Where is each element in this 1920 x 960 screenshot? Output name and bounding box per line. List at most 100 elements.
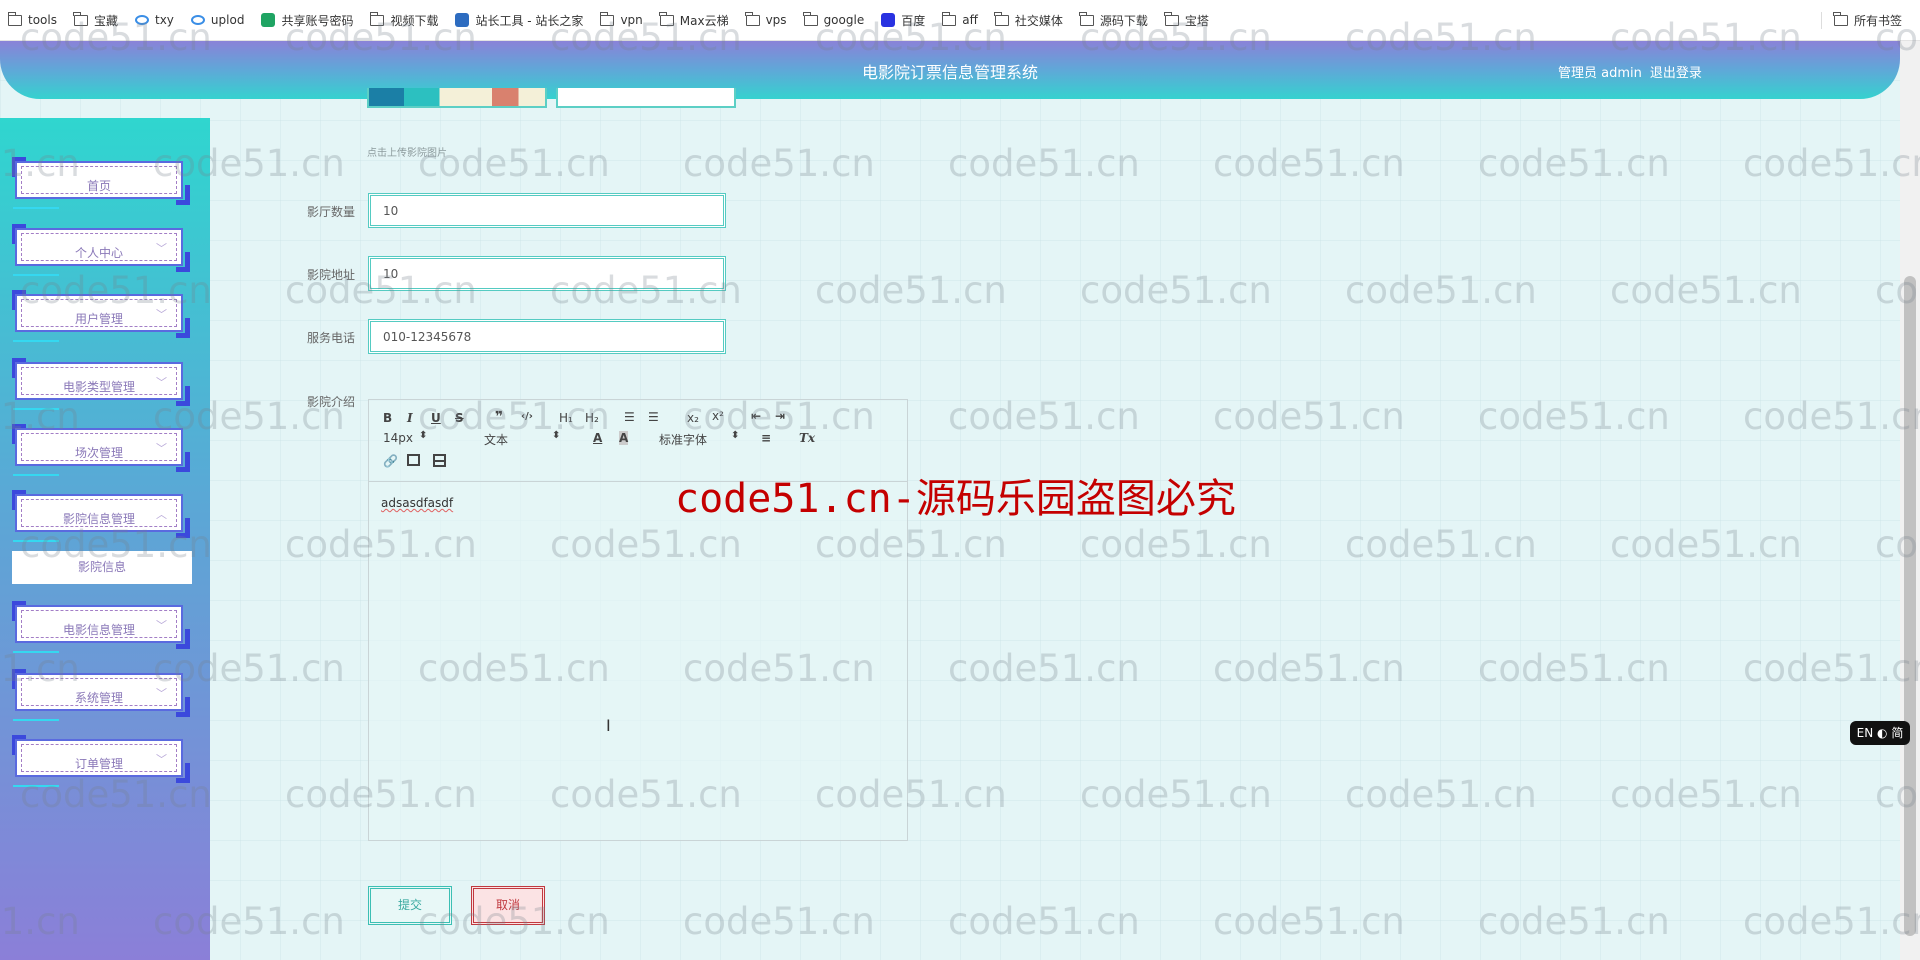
watermark: code51.cn	[683, 142, 875, 185]
menu-frame: 电影信息管理 ﹀	[15, 605, 183, 643]
phone-label: 服务电话	[307, 331, 356, 345]
cinema-image[interactable]	[367, 88, 547, 108]
line-decoration	[13, 785, 59, 787]
bookmark-item[interactable]: 社交媒体	[994, 11, 1063, 29]
font-color-icon[interactable]: A	[593, 431, 602, 445]
bookmark-label: 视频下载	[390, 13, 439, 28]
scrollbar[interactable]	[1900, 41, 1920, 960]
sidebar-subitem-cinema-info[interactable]: 影院信息	[12, 551, 192, 584]
bookmark-item[interactable]: 视频下载	[369, 11, 439, 29]
underline-button[interactable]: U	[431, 411, 441, 425]
sidebar-item[interactable]: 订单管理 ﹀	[12, 735, 190, 787]
cancel-button[interactable]: 取消	[471, 886, 545, 925]
align-icon[interactable]: ≡	[761, 431, 771, 445]
bookmark-label: 站长工具 - 站长之家	[475, 13, 584, 28]
sidebar-item[interactable]: 系统管理 ﹀	[12, 669, 190, 721]
chevron-down-icon: ﹀	[156, 442, 167, 455]
font-family-select[interactable]: 标准字体	[659, 431, 707, 448]
strike-button[interactable]: S	[455, 411, 464, 425]
phone-input[interactable]	[368, 319, 726, 354]
copyright-warning: code51.cn-源码乐园盗图必究	[675, 476, 1236, 522]
sidebar-item[interactable]: 电影信息管理 ﹀	[12, 601, 190, 653]
blockquote-button[interactable]: ❞	[495, 409, 503, 425]
bookmark-item[interactable]: aff	[941, 11, 978, 27]
chevron-up-icon: ︿	[156, 508, 167, 521]
bookmark-item[interactable]: tools	[7, 11, 57, 27]
all-bookmarks[interactable]: 所有书签	[1820, 12, 1902, 29]
folder-icon	[1079, 11, 1094, 26]
link-icon[interactable]: 🔗	[383, 454, 398, 468]
image-icon[interactable]	[407, 454, 420, 466]
watermark: code51.cn	[948, 142, 1140, 185]
bookmark-item[interactable]: 宝藏	[73, 11, 118, 29]
upload-hint[interactable]: 点击上传影院图片	[367, 144, 447, 159]
folder-icon	[369, 11, 385, 26]
code-block-button[interactable]: ‹/›	[521, 411, 533, 422]
chevron-down-icon: ﹀	[156, 376, 167, 389]
folder-icon	[1164, 11, 1179, 26]
menu-frame: 影院信息管理 ︿	[15, 494, 183, 532]
bold-button[interactable]: B	[383, 411, 392, 425]
bookmark-item[interactable]: 共享账号密码	[261, 12, 353, 29]
line-decoration	[13, 274, 59, 276]
header-select[interactable]: 文本	[484, 431, 508, 448]
line-decoration	[13, 207, 59, 209]
indent-button[interactable]: ⇥	[775, 409, 785, 423]
sidebar-item[interactable]: 个人中心 ﹀	[12, 224, 190, 276]
logout-link[interactable]: 退出登录	[1650, 66, 1702, 81]
sidebar-item[interactable]: 首页	[12, 157, 190, 209]
ime-indicator[interactable]: EN ◐ 简	[1850, 721, 1910, 745]
sidebar-item[interactable]: 用户管理 ﹀	[12, 290, 190, 342]
corner-decoration	[176, 629, 190, 649]
baidu-icon	[881, 13, 896, 27]
outdent-button[interactable]: ⇤	[751, 409, 761, 423]
chevron-down-icon: ﹀	[156, 687, 167, 700]
bookmark-item[interactable]: Max云梯	[659, 11, 729, 29]
bookmark-item[interactable]: 宝塔	[1164, 11, 1209, 29]
superscript-button[interactable]: x²	[712, 409, 724, 423]
h2-button[interactable]: H₂	[585, 411, 599, 425]
watermark: code51.cn	[948, 647, 1140, 690]
address-input[interactable]	[368, 256, 726, 291]
bookmark-item[interactable]: uplod	[190, 13, 244, 27]
scrollbar-thumb[interactable]	[1904, 276, 1916, 936]
sidebar-item[interactable]: 影院信息管理 ︿	[12, 490, 190, 542]
bookmark-item[interactable]: vpn	[599, 11, 643, 27]
corner-decoration	[176, 185, 190, 205]
bookmark-label: 共享账号密码	[281, 13, 354, 28]
bookmark-label: 宝塔	[1184, 13, 1209, 28]
hall-count-label: 影厅数量	[307, 205, 356, 219]
italic-button[interactable]: I	[407, 411, 413, 425]
submit-button[interactable]: 提交	[368, 886, 452, 925]
sidebar-item[interactable]: 电影类型管理 ﹀	[12, 358, 190, 410]
bullet-list-button[interactable]: ☰	[648, 410, 659, 424]
h1-button[interactable]: H₁	[559, 411, 573, 425]
watermark: code51.cn	[1345, 269, 1537, 312]
line-decoration	[13, 474, 59, 476]
hall-count-input[interactable]	[368, 193, 726, 228]
bookmark-label: aff	[962, 13, 978, 27]
bookmark-item[interactable]: google	[803, 11, 864, 27]
bookmark-item[interactable]: 源码下载	[1079, 11, 1148, 29]
bookmark-label: tools	[28, 13, 57, 27]
sheet-icon	[261, 13, 276, 27]
watermark: code51.cn	[815, 269, 1007, 312]
ordered-list-button[interactable]: ☰	[624, 410, 635, 424]
bookmark-item[interactable]: vps	[745, 11, 787, 27]
watermark: code51.cn	[1610, 523, 1802, 566]
clean-format-button[interactable]: Tx	[799, 431, 815, 445]
select-arrows-icon: ⬍	[731, 430, 740, 441]
bookmark-item[interactable]: txy	[135, 13, 174, 27]
watermark: code51.cn	[1345, 523, 1537, 566]
folder-icon	[599, 11, 615, 26]
font-size-select[interactable]: 14px	[383, 431, 413, 445]
subscript-button[interactable]: x₂	[687, 411, 699, 425]
sidebar-item[interactable]: 场次管理 ﹀	[12, 424, 190, 476]
line-decoration	[13, 719, 59, 721]
user-bar: 管理员 admin 退出登录	[1558, 62, 1710, 81]
upload-image-slot[interactable]	[556, 88, 736, 108]
bookmark-item[interactable]: 站长工具 - 站长之家	[455, 12, 583, 29]
video-icon[interactable]	[433, 454, 446, 467]
background-color-icon[interactable]: A	[619, 431, 629, 445]
bookmark-item[interactable]: 百度	[881, 12, 925, 29]
